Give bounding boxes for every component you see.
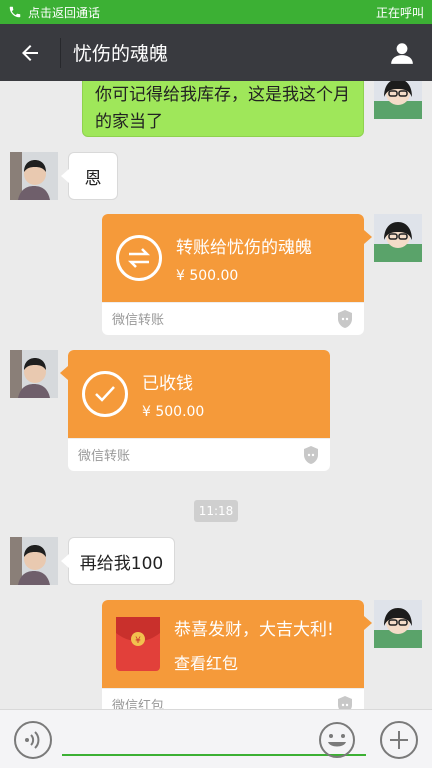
back-button[interactable] — [0, 24, 60, 81]
person-icon — [391, 42, 413, 64]
red-packet-title: 恭喜发财，大吉大利! — [174, 619, 334, 640]
check-icon — [82, 371, 128, 417]
my-avatar[interactable] — [374, 81, 422, 119]
transfer-amount: ¥ 500.00 — [142, 403, 205, 420]
back-arrow-icon — [22, 44, 38, 61]
my-avatar-image — [374, 600, 422, 648]
my-avatar-image — [374, 214, 422, 262]
my-avatar[interactable] — [374, 214, 422, 262]
phone-icon — [9, 6, 21, 18]
contact-info-button[interactable] — [372, 24, 432, 81]
transfer-card-received[interactable]: 已收钱 ¥ 500.00 微信转账 — [60, 350, 330, 471]
more-actions-button[interactable] — [380, 721, 418, 759]
wechat-shield-icon — [338, 309, 352, 328]
friend-avatar[interactable] — [10, 537, 58, 585]
voice-input-button[interactable] — [14, 721, 52, 759]
friend-text-message[interactable]: 再给我100 — [61, 537, 175, 585]
friend-text-message[interactable]: 恩 — [61, 152, 118, 200]
emoji-icon[interactable] — [318, 721, 356, 759]
svg-text:¥: ¥ — [135, 636, 141, 646]
red-packet-subtitle: 查看红包 — [174, 653, 239, 673]
my-avatar[interactable] — [374, 600, 422, 648]
chat-message-list[interactable]: 你可记得给我库存，这是我这个月的家当了 恩 转账给忧伤的魂魄 ¥ 500.00 … — [0, 81, 432, 709]
message-text: 你可记得给我库存，这是我这个月的家当了 — [95, 85, 350, 132]
my-text-message[interactable]: 你可记得给我库存，这是我这个月的家当了 — [82, 81, 364, 137]
my-avatar-image — [374, 81, 422, 119]
message-timestamp: 11:18 — [194, 500, 238, 522]
message-text: 再给我100 — [79, 553, 164, 574]
plus-icon — [390, 731, 408, 749]
red-packet-icon: ¥ — [116, 617, 160, 671]
transfer-title: 转账给忧伤的魂魄 — [176, 237, 312, 258]
return-to-call-text: 点击返回通话 — [28, 5, 101, 20]
voice-wave-icon — [25, 731, 40, 749]
friend-avatar-image — [10, 537, 58, 585]
transfer-title: 已收钱 — [142, 373, 193, 394]
transfer-footer: 微信转账 — [78, 449, 131, 464]
friend-avatar-image — [10, 350, 58, 398]
message-input-bar — [0, 709, 432, 768]
header-divider — [60, 37, 61, 68]
red-packet-footer: 微信红包 — [112, 699, 165, 709]
message-text: 恩 — [84, 168, 102, 189]
friend-avatar-image — [10, 152, 58, 200]
friend-avatar[interactable] — [10, 350, 58, 398]
call-status-text: 正在呼叫 — [375, 5, 424, 20]
chat-title: 忧伤的魂魄 — [73, 43, 169, 65]
friend-avatar[interactable] — [10, 152, 58, 200]
transfer-amount: ¥ 500.00 — [176, 267, 239, 284]
red-packet-card[interactable]: ¥ 恭喜发财，大吉大利! 查看红包 微信红包 — [102, 600, 372, 709]
transfer-card-sent[interactable]: 转账给忧伤的魂魄 ¥ 500.00 微信转账 — [102, 214, 372, 335]
transfer-arrows-icon — [116, 235, 162, 281]
transfer-footer: 微信转账 — [112, 313, 165, 328]
return-to-call-banner[interactable]: 点击返回通话 正在呼叫 — [0, 0, 432, 24]
wechat-shield-icon — [338, 695, 352, 709]
chat-header: 忧伤的魂魄 — [0, 24, 432, 81]
wechat-shield-icon — [304, 445, 318, 464]
